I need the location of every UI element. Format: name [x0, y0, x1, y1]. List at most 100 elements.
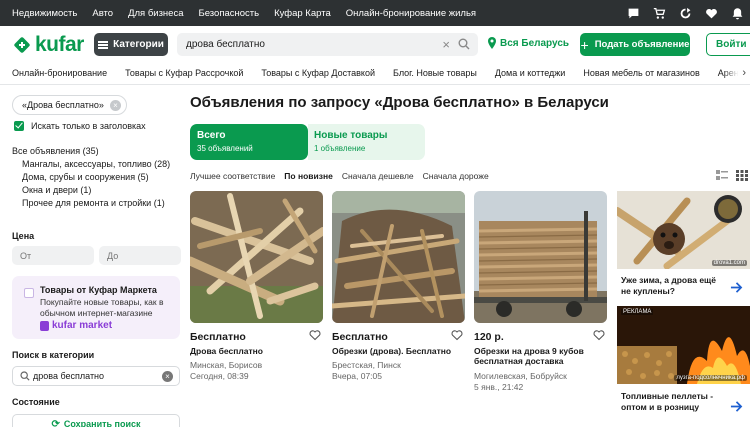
topbar-icons	[620, 0, 750, 26]
nav-link-delivery[interactable]: Товары с Куфар Доставкой	[261, 68, 375, 78]
tab-all[interactable]: Всего 35 объявлений	[190, 124, 308, 160]
listing-card[interactable]: Бесплатно Обрезки (дрова). Бесплатно Бре…	[329, 191, 468, 381]
category-list: Все объявления (35) Мангалы, аксессуары,…	[12, 146, 182, 211]
nav-link-houses[interactable]: Дома и коттеджи	[495, 68, 566, 78]
category-item[interactable]: Окна и двери (1)	[12, 185, 182, 195]
list-view-icon[interactable]	[716, 170, 728, 181]
menu-icon	[98, 40, 109, 49]
market-logo-text: kufar market	[52, 320, 113, 331]
ad-image[interactable]: РЕКЛАМА лузга-подсолнечника.рф	[617, 306, 750, 384]
topbar-link-security[interactable]: Безопасность	[199, 8, 260, 19]
favorites-icon[interactable]	[698, 0, 724, 26]
nav-link-blog[interactable]: Блог. Новые товары	[393, 68, 477, 78]
arrow-right-icon[interactable]	[722, 392, 750, 420]
category-item[interactable]: Мангалы, аксессуары, топливо (28)	[12, 159, 182, 169]
listing-photo[interactable]	[474, 191, 607, 323]
ad-badge: РЕКЛАМА	[621, 309, 654, 315]
sort-expensive[interactable]: Сначала дороже	[423, 171, 489, 181]
clear-category-search-icon[interactable]: ×	[162, 371, 173, 382]
search-icon[interactable]	[458, 38, 470, 50]
search-bar: ×	[177, 33, 478, 56]
topbar-link-map[interactable]: Куфар Карта	[274, 8, 331, 19]
favorite-heart-icon[interactable]	[309, 329, 321, 341]
query-chip-label: «Дрова бесплатно»	[22, 100, 104, 110]
deals-icon[interactable]	[672, 0, 698, 26]
listing-card[interactable]: Бесплатно Дрова бесплатно Минская, Борис…	[185, 191, 327, 381]
titles-only-checkbox[interactable]	[14, 121, 24, 131]
nav-link-installments[interactable]: Товары с Куфар Рассрочкой	[125, 68, 243, 78]
ad-watermark: лузга-подсолнечника.рф	[674, 375, 747, 381]
cart-icon[interactable]	[646, 0, 672, 26]
listing-title[interactable]: Обрезки на дрова 9 кубов бесплатная дост…	[474, 346, 607, 366]
topbar-link-realty[interactable]: Недвижимость	[12, 8, 77, 19]
login-button[interactable]: Войти	[706, 33, 750, 56]
kufar-market-logo: kufar market	[40, 320, 112, 331]
nav-scroll-right-icon[interactable]: ›	[724, 64, 750, 82]
listing-title[interactable]: Дрова бесплатно	[190, 346, 323, 356]
listing-date: Сегодня, 08:39	[190, 371, 249, 381]
ad-watermark: drova1.com	[711, 260, 747, 266]
listing-photo[interactable]	[329, 191, 468, 323]
search-icon	[20, 371, 30, 381]
category-item[interactable]: Дома, срубы и сооружения (5)	[12, 172, 182, 182]
remove-chip-icon[interactable]: ×	[109, 100, 121, 111]
search-input[interactable]	[186, 39, 431, 50]
tab-new-goods[interactable]: Новые товары 1 объявление	[308, 124, 425, 160]
titles-only-checkbox-row[interactable]: Искать только в заголовках	[14, 121, 146, 131]
nav-link-booking[interactable]: Онлайн-бронирование	[12, 68, 107, 78]
category-all[interactable]: Все объявления (35)	[12, 146, 182, 156]
clear-search-icon[interactable]: ×	[442, 38, 450, 51]
post-ad-button[interactable]: + Подать объявление	[580, 33, 690, 56]
favorite-heart-icon[interactable]	[593, 329, 605, 341]
listing-photo[interactable]	[185, 191, 327, 323]
price-to-input[interactable]	[107, 250, 177, 261]
categories-button[interactable]: Категории	[94, 33, 168, 56]
view-toggle	[716, 170, 750, 181]
category-search-field: ×	[12, 366, 180, 386]
ad-image[interactable]: drova1.com	[617, 191, 750, 269]
category-search-input[interactable]	[33, 371, 153, 381]
filters-sidebar: «Дрова бесплатно» × Искать только в заго…	[0, 85, 188, 427]
price-to-field[interactable]	[99, 246, 181, 265]
price-from-input[interactable]	[20, 250, 90, 261]
sort-relevance[interactable]: Лучшее соответствие	[190, 171, 275, 181]
top-bar: Недвижимость Авто Для бизнеса Безопаснос…	[0, 0, 750, 26]
kufar-logo-icon	[14, 37, 30, 53]
ad-image-graphic	[617, 191, 750, 269]
listing-price: Бесплатно	[190, 331, 246, 343]
grid-view-icon[interactable]	[736, 170, 748, 181]
topbar-link-auto[interactable]: Авто	[92, 8, 113, 19]
tab-all-label: Всего	[197, 130, 226, 141]
category-search-title: Поиск в категории	[12, 350, 95, 360]
kufar-market-filter[interactable]: Товары от Куфар Маркета Покупайте новые …	[12, 276, 180, 339]
location-selector[interactable]: Вся Беларусь	[487, 37, 569, 49]
location-pin-icon	[488, 37, 496, 49]
listing-title[interactable]: Обрезки (дрова). Бесплатно	[332, 346, 465, 356]
tab-new-count: 1 объявление	[314, 144, 366, 153]
topbar-link-booking[interactable]: Онлайн-бронирование жилья	[346, 8, 476, 19]
nav-link-furniture[interactable]: Новая мебель от магазинов	[583, 68, 699, 78]
topbar-link-business[interactable]: Для бизнеса	[128, 8, 183, 19]
listing-card[interactable]: 120 р. Обрезки на дрова 9 кубов бесплатн…	[474, 191, 607, 392]
favorite-heart-icon[interactable]	[451, 329, 463, 341]
ad-banner[interactable]: РЕКЛАМА лузга-подсолнечника.рф Топливные…	[617, 306, 750, 427]
sort-cheapest[interactable]: Сначала дешевле	[342, 171, 414, 181]
notifications-icon[interactable]	[724, 0, 750, 26]
save-search-button[interactable]: ⟳ Сохранить поиск	[12, 414, 180, 427]
ad-banner[interactable]: drova1.com Уже зима, а дрова ещё не купл…	[617, 191, 750, 301]
listing-date: 5 янв., 21:42	[474, 382, 524, 392]
categories-button-label: Категории	[113, 39, 164, 50]
kufar-logo-text: kufar	[35, 33, 84, 56]
category-nav: Онлайн-бронирование Товары с Куфар Расср…	[0, 64, 750, 82]
state-title: Состояние	[12, 397, 60, 407]
plus-icon: +	[580, 36, 589, 53]
query-chip[interactable]: «Дрова бесплатно» ×	[12, 95, 127, 115]
market-checkbox[interactable]	[24, 288, 34, 298]
category-item[interactable]: Прочее для ремонта и стройки (1)	[12, 198, 182, 208]
sort-newest[interactable]: По новизне	[284, 171, 333, 181]
messages-icon[interactable]	[620, 0, 646, 26]
arrow-right-icon[interactable]	[722, 273, 750, 301]
price-from-field[interactable]	[12, 246, 94, 265]
kufar-logo[interactable]: kufar	[12, 33, 84, 57]
page-title: Объявления по запросу «Дрова бесплатно» …	[190, 94, 609, 111]
